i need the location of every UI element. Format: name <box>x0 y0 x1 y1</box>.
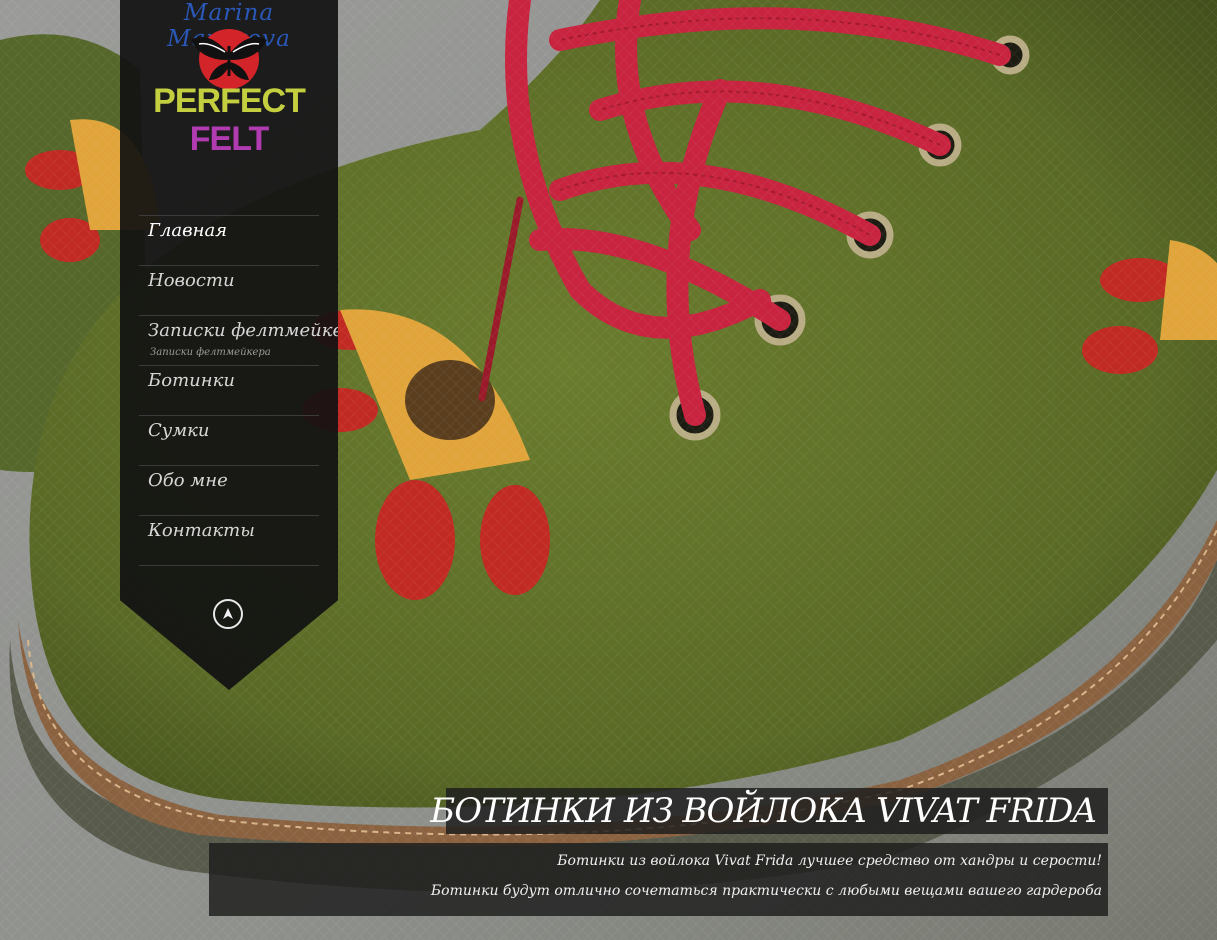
nav-item-label: Записки фелтмейкера <box>148 320 366 341</box>
nav-item-sublabel: Записки фелтмейкера <box>150 347 271 358</box>
slide-title-text: БОТИНКИ ИЗ ВОЙЛОКА VIVAT FRIDA <box>430 791 1097 831</box>
nav-item-contacts[interactable]: Контакты <box>139 515 319 566</box>
nav-item-boots[interactable]: Ботинки <box>139 365 319 415</box>
logo-word-felt: FELT <box>189 120 269 158</box>
nav-item-news[interactable]: Новости <box>139 265 319 315</box>
nav-item-label: Главная <box>148 220 228 241</box>
logo-brand-text: PERFECT FELT <box>120 82 338 158</box>
nav-item-label: Ботинки <box>148 370 235 391</box>
nav-item-about[interactable]: Обо мне <box>139 465 319 515</box>
site-logo[interactable]: Marina Mayorova PERFECT FELT <box>120 0 338 158</box>
slide-caption-description: Ботинки из войлока Vivat Frida лучшее ср… <box>209 843 1108 916</box>
main-nav: Главная Новости Записки фелтмейкера Запи… <box>139 215 338 566</box>
slide-caption-title: БОТИНКИ ИЗ ВОЙЛОКА VIVAT FRIDA <box>430 788 1108 834</box>
nav-item-label: Сумки <box>148 420 210 441</box>
logo-word-perfect: PERFECT <box>153 82 306 120</box>
slide-description-line-1: Ботинки из войлока Vivat Frida лучшее ср… <box>557 853 1102 869</box>
nav-item-label: Обо мне <box>148 470 228 491</box>
arrow-up-circle-icon <box>223 608 233 619</box>
nav-item-bags[interactable]: Сумки <box>139 415 319 465</box>
slide-description-line-2: Ботинки будут отлично сочетаться практич… <box>430 883 1102 899</box>
nav-item-feltmaker-notes[interactable]: Записки фелтмейкера Записки фелтмейкера <box>139 315 338 365</box>
nav-item-label: Контакты <box>148 520 255 541</box>
sidebar: Marina Mayorova PERFECT FELT Главная Нов… <box>120 0 338 690</box>
nav-item-home[interactable]: Главная <box>139 215 319 265</box>
nav-item-label: Новости <box>148 270 235 291</box>
scroll-up-button[interactable] <box>213 599 243 629</box>
